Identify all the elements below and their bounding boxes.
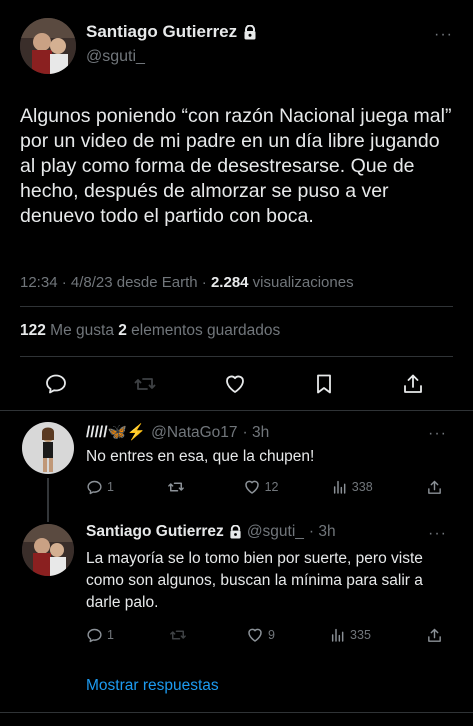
more-options-icon[interactable]: ··· — [428, 425, 447, 443]
share-icon — [426, 627, 443, 644]
author-handle[interactable]: @sguti_ — [86, 48, 145, 66]
avatar[interactable] — [22, 422, 74, 474]
more-options-icon[interactable]: ··· — [428, 525, 447, 543]
tweet-actions — [44, 371, 425, 397]
reply-text: La mayoría se lo tomo bien por suerte, p… — [86, 550, 423, 611]
tweet-meta: 12:34 · 4/8/23 desde Earth · 2.284 visua… — [20, 274, 354, 291]
retweet-icon[interactable] — [133, 372, 157, 396]
thread-line — [47, 478, 49, 522]
tweet-text: Algunos poniendo “con razón Nacional jue… — [20, 105, 452, 227]
retweet-icon — [169, 626, 187, 644]
reply-text: No entres en esa, que la chupen! — [86, 448, 315, 465]
reply-author-handle[interactable]: @NataGo17 — [151, 424, 237, 442]
reply-time[interactable]: · 3h — [243, 424, 270, 442]
reply-header: Santiago Gutierrez @sguti_ · 3h — [86, 523, 336, 541]
lock-icon — [229, 525, 242, 539]
more-options-icon[interactable]: ··· — [434, 26, 453, 44]
like-count: 12 — [264, 480, 279, 494]
lock-icon — [243, 24, 257, 40]
reply-count: 1 — [107, 480, 114, 494]
divider — [20, 306, 453, 307]
reply-button[interactable]: 1 — [86, 479, 114, 496]
views-button[interactable]: 335 — [330, 627, 371, 643]
avatar[interactable] — [22, 524, 74, 576]
heart-icon — [243, 478, 261, 496]
author-name[interactable]: Santiago Gutierrez — [86, 22, 237, 42]
reply-header: /////🦋⚡ @NataGo17 · 3h — [86, 423, 269, 442]
like-button[interactable]: 9 — [246, 626, 275, 644]
views-chart-icon — [330, 627, 346, 643]
likes-label[interactable]: Me gusta — [46, 322, 118, 339]
bookmark-icon[interactable] — [312, 372, 336, 396]
reply-actions: 1 12 338 — [86, 477, 443, 497]
views-chart-icon — [332, 479, 348, 495]
reply-author-handle[interactable]: @sguti_ — [247, 523, 304, 541]
view-count: 2.284 — [210, 274, 249, 291]
author-name-row[interactable]: Santiago Gutierrez — [86, 22, 257, 42]
view-label: visualizaciones — [248, 274, 354, 291]
engagement-stats: 122 Me gusta 2 elementos guardados — [20, 322, 280, 340]
tweet-timestamp[interactable]: 12:34 · 4/8/23 desde Earth · — [20, 274, 211, 291]
reply-icon — [86, 479, 103, 496]
bookmarks-count: 2 — [118, 322, 127, 339]
divider — [0, 712, 473, 713]
bookmarks-label: elementos guardados — [126, 322, 281, 339]
reply-icon — [86, 627, 103, 644]
heart-icon[interactable] — [223, 372, 247, 396]
like-button[interactable]: 12 — [243, 478, 279, 496]
reply-author-name[interactable]: /////🦋⚡ — [86, 423, 146, 442]
reply-icon[interactable] — [44, 372, 68, 396]
reply-time[interactable]: · 3h — [309, 523, 336, 541]
divider — [0, 410, 473, 411]
heart-icon — [246, 626, 264, 644]
avatar[interactable] — [20, 18, 76, 74]
reply-author-name[interactable]: Santiago Gutierrez — [86, 523, 224, 541]
share-icon — [426, 479, 443, 496]
retweet-icon — [167, 478, 185, 496]
show-replies-link[interactable]: Mostrar respuestas — [86, 677, 219, 695]
reply-button[interactable]: 1 — [86, 627, 114, 644]
reply-actions: 1 9 335 — [86, 625, 443, 645]
avatar-photo — [22, 524, 74, 576]
view-count: 338 — [351, 480, 373, 494]
share-button[interactable] — [426, 479, 443, 496]
avatar-photo — [22, 422, 74, 474]
likes-count[interactable]: 122 — [20, 322, 46, 339]
views-button[interactable]: 338 — [332, 479, 373, 495]
share-button[interactable] — [426, 627, 443, 644]
retweet-button[interactable] — [169, 626, 191, 644]
avatar-photo — [20, 18, 76, 74]
share-icon[interactable] — [401, 372, 425, 396]
view-count: 335 — [350, 628, 371, 642]
like-count: 9 — [268, 628, 275, 642]
retweet-button[interactable] — [167, 478, 189, 496]
divider — [20, 356, 453, 357]
reply-count: 1 — [107, 628, 114, 642]
